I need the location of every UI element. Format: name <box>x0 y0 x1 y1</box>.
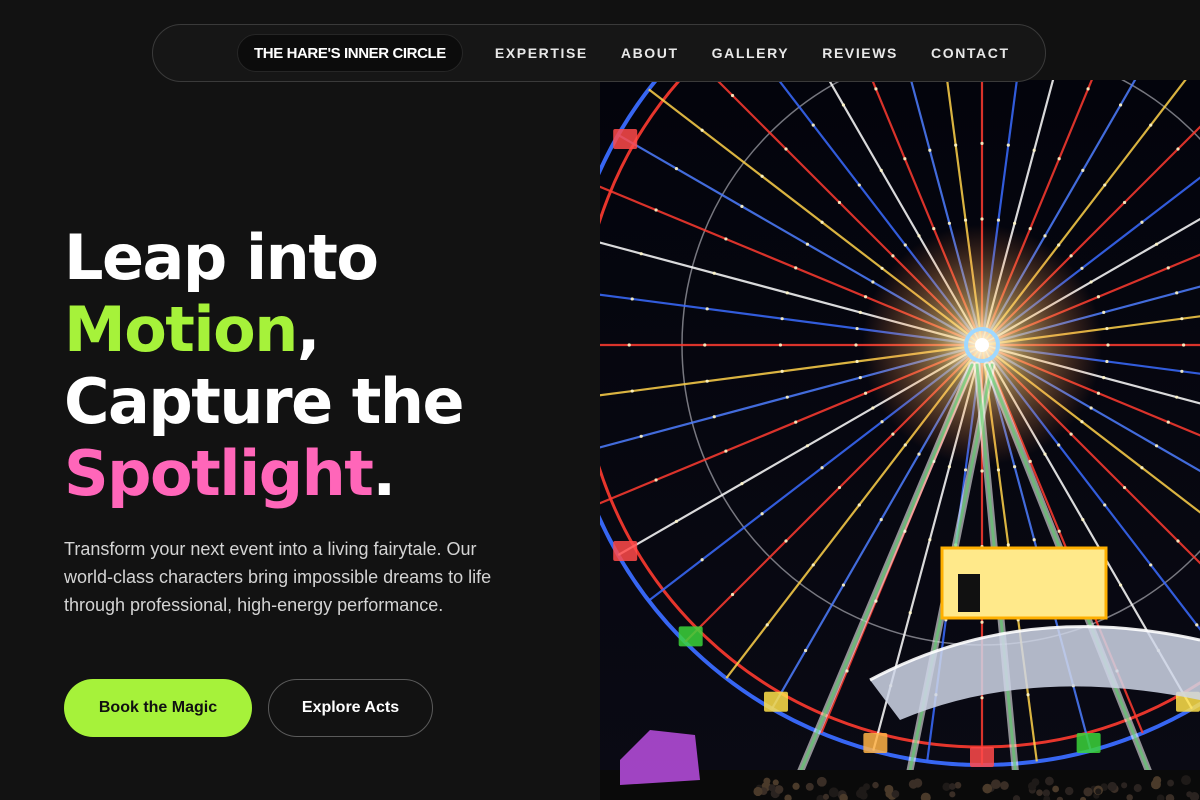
nav-link-reviews[interactable]: REVIEWS <box>822 45 898 61</box>
headline-comma: , <box>297 293 319 366</box>
nav-link-expertise[interactable]: EXPERTISE <box>495 45 588 61</box>
book-the-magic-button[interactable]: Book the Magic <box>64 679 252 737</box>
explore-acts-button[interactable]: Explore Acts <box>268 679 433 737</box>
hero-description: Transform your next event into a living … <box>64 535 524 619</box>
headline-period: . <box>372 437 394 510</box>
brand-logo[interactable]: THE HARE'S INNER CIRCLE <box>237 34 463 72</box>
nav-link-about[interactable]: ABOUT <box>621 45 679 61</box>
nav-link-gallery[interactable]: GALLERY <box>712 45 790 61</box>
ferris-wheel-illustration <box>600 80 1200 800</box>
nav-link-contact[interactable]: CONTACT <box>931 45 1010 61</box>
headline-line-4: Spotlight. <box>64 438 463 510</box>
headline-accent-spotlight: Spotlight <box>64 437 372 510</box>
hero-image <box>600 80 1200 800</box>
headline-line-3: Capture the <box>64 366 463 438</box>
hero-headline: Leap into Motion, Capture the Spotlight. <box>64 222 463 510</box>
headline-line-2: Motion, <box>64 294 463 366</box>
top-navigation: THE HARE'S INNER CIRCLE EXPERTISE ABOUT … <box>152 24 1046 82</box>
nav-links: EXPERTISE ABOUT GALLERY REVIEWS CONTACT <box>495 45 1043 61</box>
headline-accent-motion: Motion <box>64 293 297 366</box>
headline-line-1: Leap into <box>64 222 463 294</box>
